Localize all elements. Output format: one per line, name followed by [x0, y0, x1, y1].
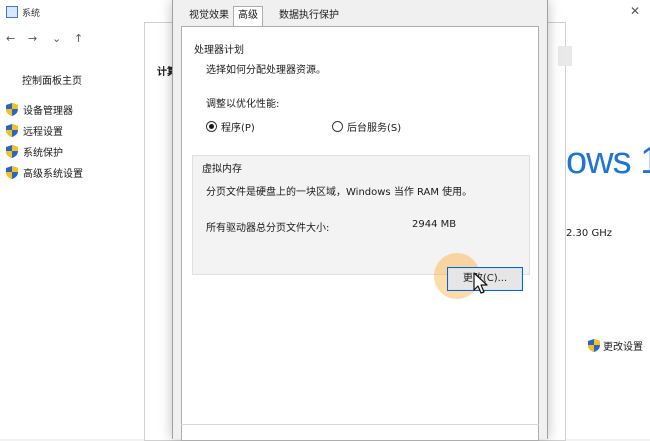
change-settings-link[interactable]: 更改设置 [588, 338, 643, 353]
sidebar-link-label: 高级系统设置 [23, 169, 83, 180]
uac-shield-icon [6, 124, 18, 137]
control-panel-home-link[interactable]: 控制面板主页 [22, 72, 82, 87]
radio-programs-label: 程序(P) [221, 123, 255, 134]
dialog-divider [181, 424, 539, 425]
uac-shield-icon [6, 145, 18, 158]
virtual-memory-description: 分页文件是硬盘上的一块区域，Windows 当作 RAM 使用。 [206, 187, 473, 198]
sidebar-link-remote-settings[interactable]: 远程设置 [6, 123, 63, 138]
back-arrow-icon[interactable]: ← [6, 32, 15, 45]
change-settings-label: 更改设置 [603, 342, 643, 353]
tab-advanced[interactable]: 高级 [233, 6, 263, 27]
radio-background-services-label: 后台服务(S) [347, 123, 402, 134]
radio-programs[interactable]: 程序(P) [206, 119, 255, 134]
system-window-title: 系统 [22, 9, 41, 19]
mouse-pointer-icon [472, 271, 490, 295]
adjust-for-best-performance-label: 调整以优化性能: [206, 99, 280, 110]
forward-arrow-icon[interactable]: → [28, 32, 37, 45]
total-paging-file-value: 2944 MB [412, 219, 457, 230]
close-icon[interactable]: ✕ [628, 4, 642, 18]
scrollbar-thumb[interactable] [558, 46, 572, 66]
virtual-memory-title: 虚拟内存 [202, 164, 242, 175]
recent-chevron-icon[interactable]: ⌄ [52, 32, 61, 45]
sidebar-link-device-manager[interactable]: 设备管理器 [6, 102, 73, 117]
sidebar-link-label: 设备管理器 [23, 106, 73, 117]
performance-options-dialog: 视觉效果 高级 数据执行保护 处理器计划 选择如何分配处理器资源。 调整以优化性… [172, 0, 548, 441]
advanced-tab-panel: 处理器计划 选择如何分配处理器资源。 调整以优化性能: 程序(P) 后台服务(S… [181, 26, 539, 441]
windows-brand-text: ows 1 [566, 140, 650, 182]
tab-visual-effects[interactable]: 视觉效果 [185, 8, 233, 24]
processor-scheduling-description: 选择如何分配处理器资源。 [206, 65, 326, 76]
tab-strip: 视觉效果 高级 数据执行保护 [181, 6, 537, 27]
system-app-icon [6, 6, 18, 18]
uac-shield-icon [588, 339, 600, 352]
cpu-speed-text: 2.30 GHz [566, 228, 612, 239]
processor-scheduling-title: 处理器计划 [194, 45, 244, 56]
sidebar-link-label: 系统保护 [23, 148, 63, 159]
radio-button[interactable] [206, 121, 217, 132]
sidebar-link-advanced-system-settings[interactable]: 高级系统设置 [6, 165, 83, 180]
tab-data-execution-prevention[interactable]: 数据执行保护 [275, 8, 343, 24]
uac-shield-icon [6, 103, 18, 116]
up-arrow-icon[interactable]: ↑ [74, 32, 83, 45]
sidebar-link-system-protection[interactable]: 系统保护 [6, 144, 63, 159]
total-paging-file-label: 所有驱动器总分页文件大小: [206, 223, 330, 234]
radio-button[interactable] [332, 121, 343, 132]
sidebar-link-label: 远程设置 [23, 127, 63, 138]
virtual-memory-group [192, 155, 530, 275]
nav-bar: ← → ⌄ ↑ [0, 28, 140, 52]
radio-background-services[interactable]: 后台服务(S) [332, 119, 401, 134]
uac-shield-icon [6, 166, 18, 179]
